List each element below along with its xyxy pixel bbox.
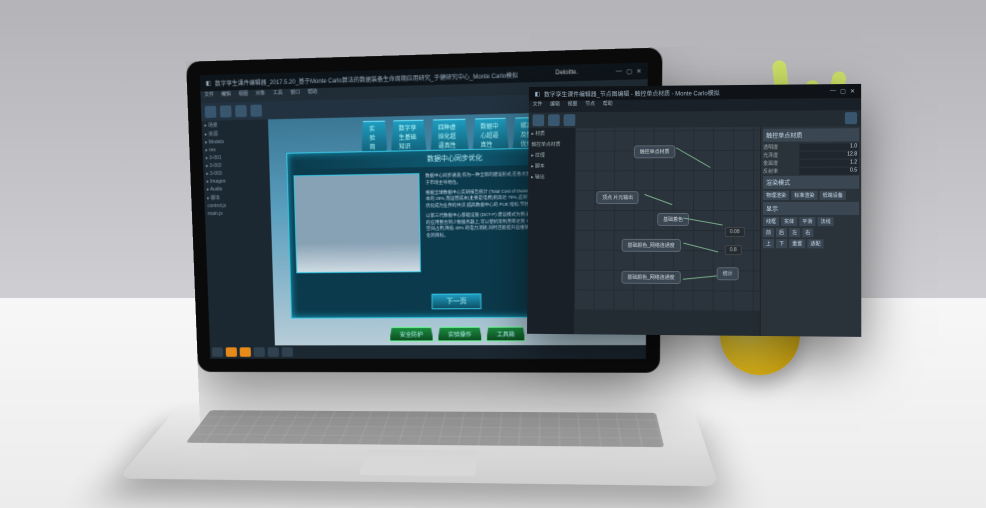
inspector-title: 触控单点材质 [763,128,859,142]
list-item[interactable]: 视图 [564,100,582,112]
inspector-button[interactable]: 物理渲染 [763,191,789,200]
maximize-icon[interactable]: ▢ [840,88,846,95]
run-icon[interactable] [532,114,544,126]
node-color2[interactable]: 基础颜色_网络连通度 [621,271,680,284]
window-title: 数字孪生课件编辑器_节点图编辑 - 触控单点材质 - Monte Carlo模拟 [544,88,720,98]
node-value-b[interactable]: 0.8 [725,245,742,255]
list-item[interactable]: 对象 [252,89,270,101]
next-page-button[interactable]: 下一页 [432,293,482,309]
brand: Deloitte. [522,69,612,78]
timeline-panel[interactable] [574,310,760,336]
inspector-button[interactable]: 标准渲染 [791,191,817,200]
inspector-button[interactable]: 右 [802,228,813,237]
save-icon[interactable] [220,105,232,117]
list-item[interactable]: 触控单点材质 [528,139,575,150]
close-icon[interactable]: ✕ [850,87,855,94]
popup-image-datacenter [294,173,421,273]
bottom-tab[interactable]: 工具箱 [486,327,525,342]
close-icon[interactable]: ✕ [636,67,641,74]
undo-icon[interactable] [235,105,247,117]
list-item[interactable]: 帮助 [599,100,617,112]
bottom-tab[interactable]: 安全防护 [389,327,434,342]
inspector-button[interactable]: 重置 [789,239,805,248]
right-app-window: ◧ 数字孪生课件编辑器_节点图编辑 - 触控单点材质 - Monte Carlo… [527,84,861,337]
list-item[interactable]: ▸ 材质 [529,128,576,139]
inspector-button[interactable]: 下 [776,239,787,248]
laptop-keyboard [118,404,719,486]
node-vertex[interactable]: 顶点 片元输出 [596,191,639,204]
list-item[interactable]: 工具 [269,89,287,101]
list-item[interactable]: 文件 [529,101,547,113]
inspector-row[interactable]: 金属度1.2 [763,159,859,166]
list-item[interactable]: 帮助 [304,88,322,101]
left-sidebar[interactable]: ▸ 场景▸ 资源 ▸ Models ▸ res ▸ 3-001 ▸ 3-002 … [201,119,275,358]
inspector-row[interactable]: 透明度1.0 [763,143,859,150]
home-icon[interactable] [205,106,217,118]
list-item[interactable]: main.js [205,209,271,218]
inspector-button[interactable]: 线框 [763,217,779,226]
node-material[interactable]: 触控单点材质 [634,145,676,158]
maximize-icon[interactable]: ▢ [626,68,632,75]
redo-icon[interactable] [250,105,262,117]
list-item[interactable]: 编辑 [546,100,564,112]
inspector-section: 渲染模式 [763,176,859,189]
inspector-section: 显示 [763,202,859,215]
list-item[interactable]: ▸ 纹理 [528,150,575,161]
settings-icon[interactable] [845,112,857,124]
inspector-button[interactable]: 实体 [781,217,797,226]
list-item[interactable]: 视图 [235,90,253,102]
node-base-shading[interactable]: 基础着色 [657,213,689,226]
inspector-row[interactable]: 光泽度12.8 [763,151,859,158]
node-value-a[interactable]: 0.08 [725,227,745,237]
minimize-icon[interactable]: — [830,88,836,94]
node-canvas[interactable]: 触控单点材质 顶点 片元输出 基础着色 基础颜色_网络连通度 基础颜色_网络连通… [574,127,760,312]
inspector-button[interactable]: 前 [763,228,774,237]
inspector-row[interactable]: 反射率0.5 [763,168,859,175]
statusbar [210,345,646,359]
list-item[interactable]: 节点 [581,100,599,112]
minimize-icon[interactable]: — [616,68,622,74]
inspector-button[interactable]: 适配 [807,239,823,248]
list-item[interactable]: 窗口 [286,88,304,101]
inspector-button[interactable]: 左 [789,228,800,237]
right-sidebar[interactable]: ▸ 材质 触控单点材质▸ 纹理▸ 脚本▸ 输出 [527,128,575,334]
graph-icon[interactable] [564,114,576,126]
bottom-tabs[interactable]: 安全防护实验操作工具箱 [389,327,525,342]
inspector-button[interactable]: 法线 [818,217,834,226]
app-icon: ◧ [206,79,212,86]
inspector-button[interactable]: 平滑 [799,217,815,226]
list-item[interactable]: ▸ 脚本 [528,161,575,172]
stop-icon[interactable] [548,114,560,126]
list-item[interactable]: 文件 [200,91,218,103]
node-stats[interactable]: 统计 [717,267,739,280]
inspector-button[interactable]: 上 [763,239,774,248]
inspector-button[interactable]: 低端设备 [820,191,846,200]
bottom-tab[interactable]: 实验操作 [437,327,482,342]
node-color1[interactable]: 基础颜色_网络连通度 [622,239,681,252]
inspector-button[interactable]: 后 [776,228,787,237]
app-icon: ◧ [535,90,541,97]
inspector-panel[interactable]: 触控单点材质 透明度1.0光泽度12.8金属度1.2 反射率0.5 渲染模式 物理… [760,126,862,337]
list-item[interactable]: 编辑 [217,90,235,102]
list-item[interactable]: ▸ 输出 [528,171,575,182]
